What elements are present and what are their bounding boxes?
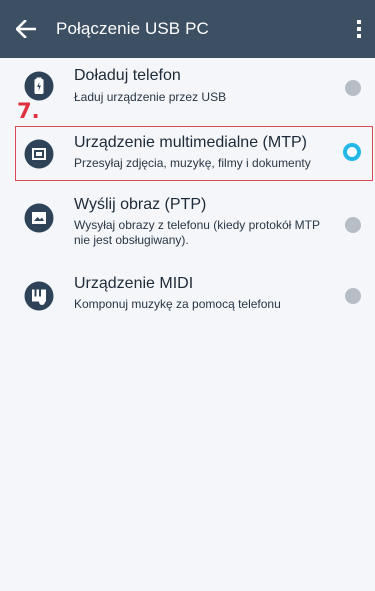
option-label: Wyślij obraz (PTP): [74, 196, 207, 213]
option-midi-device[interactable]: Urządzenie MIDI Komponuj muzykę za pomoc…: [0, 270, 375, 328]
page-title: Połączenie USB PC: [56, 19, 209, 38]
option-charge-phone[interactable]: Doładuj telefon Ładuj urządzenie przez U…: [0, 60, 375, 118]
option-label: Doładuj telefon: [74, 67, 181, 84]
option-description: Przesyłaj zdjęcia, muzykę, filmy i dokum…: [74, 156, 311, 170]
more-vert-icon: [357, 20, 361, 38]
app-bar: Połączenie USB PC: [0, 0, 375, 58]
option-media-device-mtp[interactable]: Urządzenie multimedialne (MTP) Przesyłaj…: [0, 126, 375, 181]
more-options-button[interactable]: [347, 0, 371, 58]
option-description: Ładuj urządzenie przez USB: [74, 90, 227, 104]
battery-icon: [24, 71, 54, 101]
image-icon: [24, 203, 54, 233]
option-label: Urządzenie multimedialne (MTP): [74, 134, 307, 151]
usb-settings-screen: Połączenie USB PC 7. Doładuj telefon Ład…: [0, 0, 375, 591]
radio-button[interactable]: [345, 288, 361, 304]
media-device-icon: [24, 139, 54, 169]
radio-button[interactable]: [345, 80, 361, 96]
midi-icon: [24, 281, 54, 311]
radio-button[interactable]: [345, 217, 361, 233]
option-label: Urządzenie MIDI: [74, 275, 194, 292]
radio-button-selected[interactable]: [343, 143, 361, 161]
back-button[interactable]: [0, 0, 52, 58]
option-description: Komponuj muzykę za pomocą telefonu: [74, 297, 281, 311]
back-arrow-icon: [16, 20, 36, 38]
option-description: Wysyłaj obrazy z telefonu (kiedy protokó…: [74, 218, 320, 247]
option-send-image-ptp[interactable]: Wyślij obraz (PTP) Wysyłaj obrazy z tele…: [0, 190, 375, 260]
